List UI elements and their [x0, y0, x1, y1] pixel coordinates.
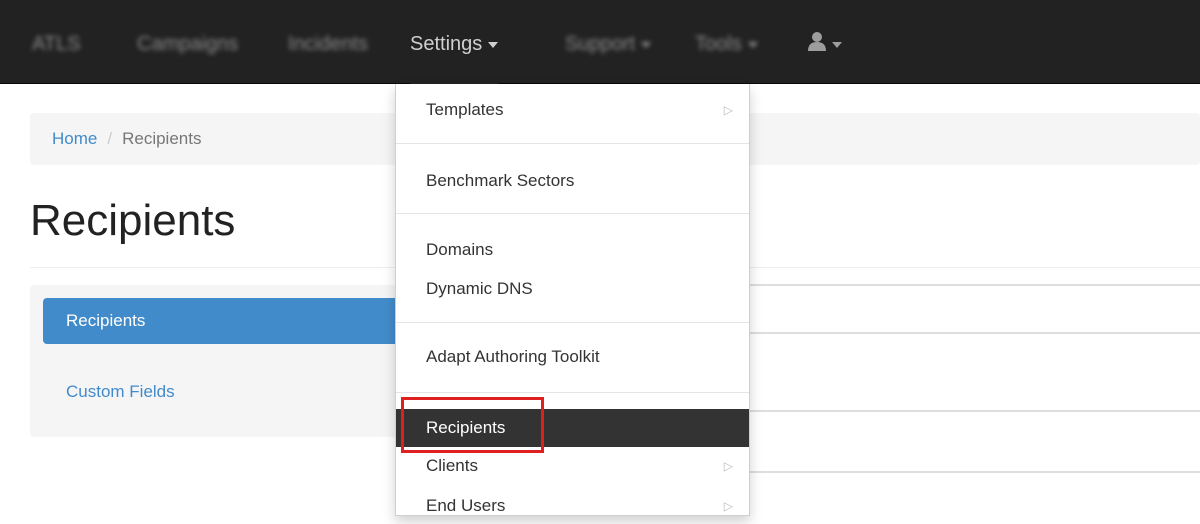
nav-tools-label: Tools	[695, 33, 742, 55]
breadcrumb-home-link[interactable]: Home	[52, 129, 97, 148]
breadcrumb-current: Recipients	[122, 129, 202, 148]
settings-dropdown-menu: Templates ▷ Benchmark Sectors Domains Dy…	[395, 84, 750, 516]
menu-item-label: End Users	[426, 496, 506, 515]
chevron-down-icon	[641, 41, 652, 48]
chevron-down-icon	[832, 41, 842, 48]
nav-settings-dropdown[interactable]: Settings	[410, 0, 499, 84]
menu-divider	[396, 213, 749, 214]
menu-item-label: Templates	[426, 100, 504, 119]
menu-item-adapt-authoring-toolkit[interactable]: Adapt Authoring Toolkit	[396, 339, 749, 375]
caret-right-icon: ▷	[723, 499, 733, 513]
menu-item-label: Dynamic DNS	[426, 279, 533, 298]
chevron-down-icon	[488, 41, 499, 48]
sidebar-item-recipients[interactable]: Recipients	[43, 298, 400, 344]
menu-item-label: Clients	[426, 456, 478, 475]
nav-campaigns[interactable]: Campaigns	[137, 0, 238, 84]
sidebar-panel: Recipients Custom Fields	[30, 285, 400, 437]
brand-logo[interactable]: ATLS	[32, 0, 81, 84]
menu-divider	[396, 143, 749, 144]
menu-item-end-users[interactable]: End Users ▷	[396, 488, 749, 524]
menu-divider	[396, 392, 749, 393]
nav-tools-dropdown[interactable]: Tools	[695, 0, 758, 84]
menu-item-benchmark-sectors[interactable]: Benchmark Sectors	[396, 163, 749, 199]
menu-item-recipients[interactable]: Recipients	[396, 409, 749, 447]
caret-right-icon: ▷	[723, 459, 733, 473]
nav-settings-label: Settings	[410, 33, 483, 55]
nav-incidents[interactable]: Incidents	[288, 0, 368, 84]
menu-item-clients[interactable]: Clients ▷	[396, 448, 749, 484]
nav-support-label: Support	[565, 33, 636, 55]
menu-item-label: Domains	[426, 240, 494, 259]
menu-item-label: Benchmark Sectors	[426, 171, 575, 190]
menu-item-label: Recipients	[426, 418, 506, 437]
user-menu-dropdown[interactable]	[808, 0, 842, 84]
menu-item-dynamic-dns[interactable]: Dynamic DNS	[396, 271, 749, 307]
breadcrumb-separator: /	[107, 129, 113, 148]
menu-item-domains[interactable]: Domains	[396, 232, 749, 268]
chevron-down-icon	[747, 41, 758, 48]
caret-right-icon: ▷	[723, 103, 733, 117]
page-title: Recipients	[30, 196, 236, 245]
nav-support-dropdown[interactable]: Support	[565, 0, 652, 84]
top-navbar: ATLS Campaigns Incidents Settings Suppor…	[0, 0, 1200, 84]
menu-item-templates[interactable]: Templates ▷	[396, 92, 749, 128]
menu-divider	[396, 322, 749, 323]
sidebar-item-custom-fields[interactable]: Custom Fields	[43, 369, 400, 415]
user-icon	[808, 1, 826, 89]
menu-item-label: Adapt Authoring Toolkit	[426, 347, 600, 366]
